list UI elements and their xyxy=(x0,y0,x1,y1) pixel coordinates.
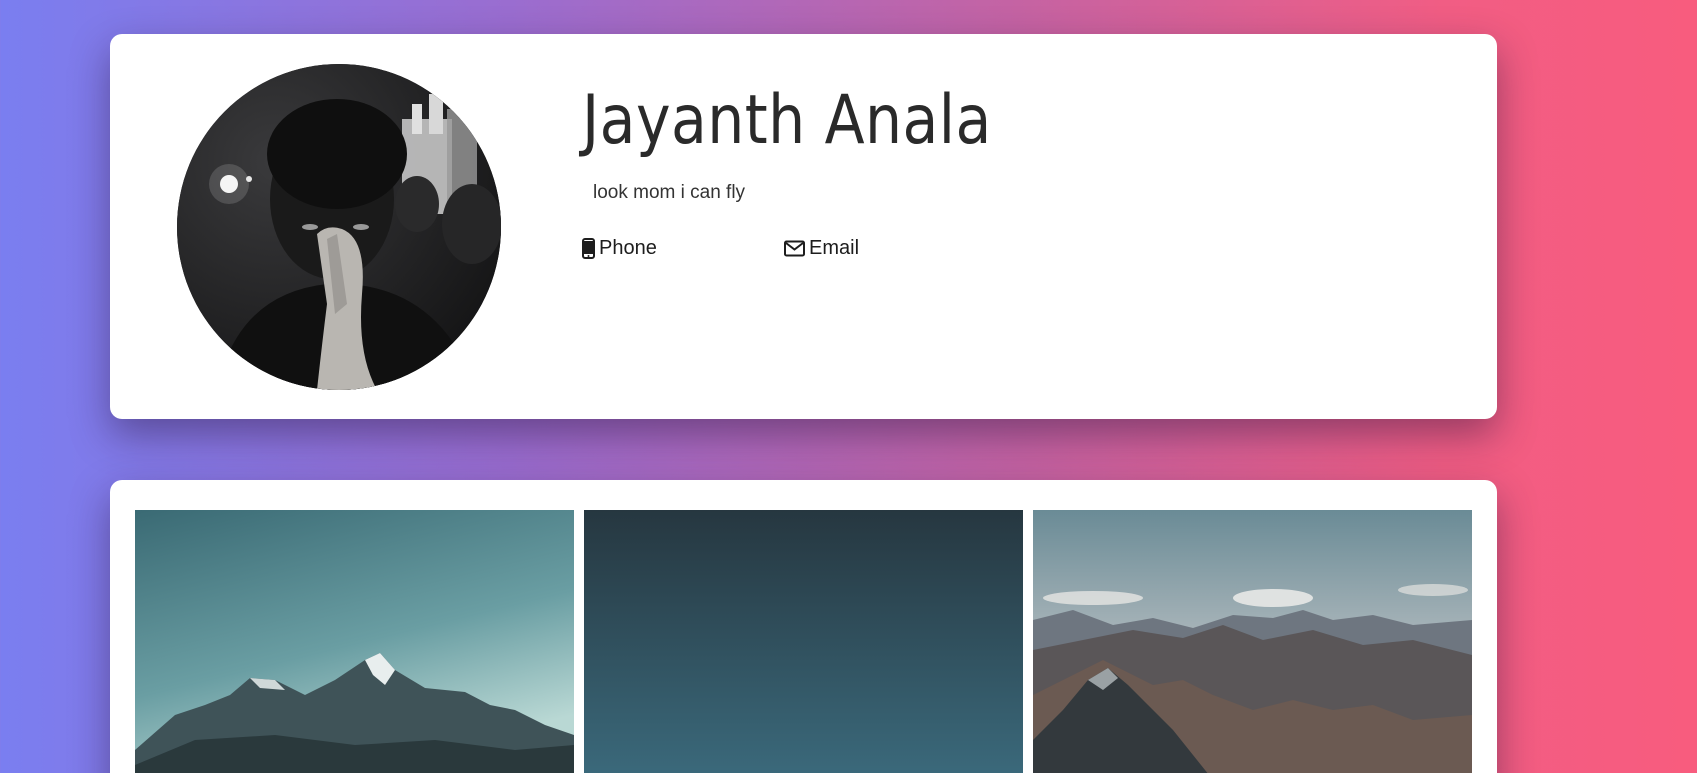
gallery-photo-mountain-range[interactable] xyxy=(1033,510,1472,773)
gallery-photo-mountains-dusk[interactable] xyxy=(135,510,574,773)
email-label: Email xyxy=(809,237,860,259)
phone-link[interactable]: Phone xyxy=(582,237,657,260)
mobile-phone-icon xyxy=(582,238,595,259)
avatar xyxy=(177,64,501,390)
profile-bio: look mom i can fly xyxy=(593,182,746,203)
profile-card: Jayanth Anala look mom i can fly Phone E… xyxy=(110,34,1497,419)
email-link[interactable]: Email xyxy=(784,237,859,260)
gallery-card xyxy=(110,480,1497,773)
envelope-icon xyxy=(784,240,805,257)
phone-label: Phone xyxy=(599,237,657,259)
profile-name: Jayanth Anala xyxy=(582,81,992,160)
gallery-photo-teal-sky[interactable] xyxy=(584,510,1023,773)
